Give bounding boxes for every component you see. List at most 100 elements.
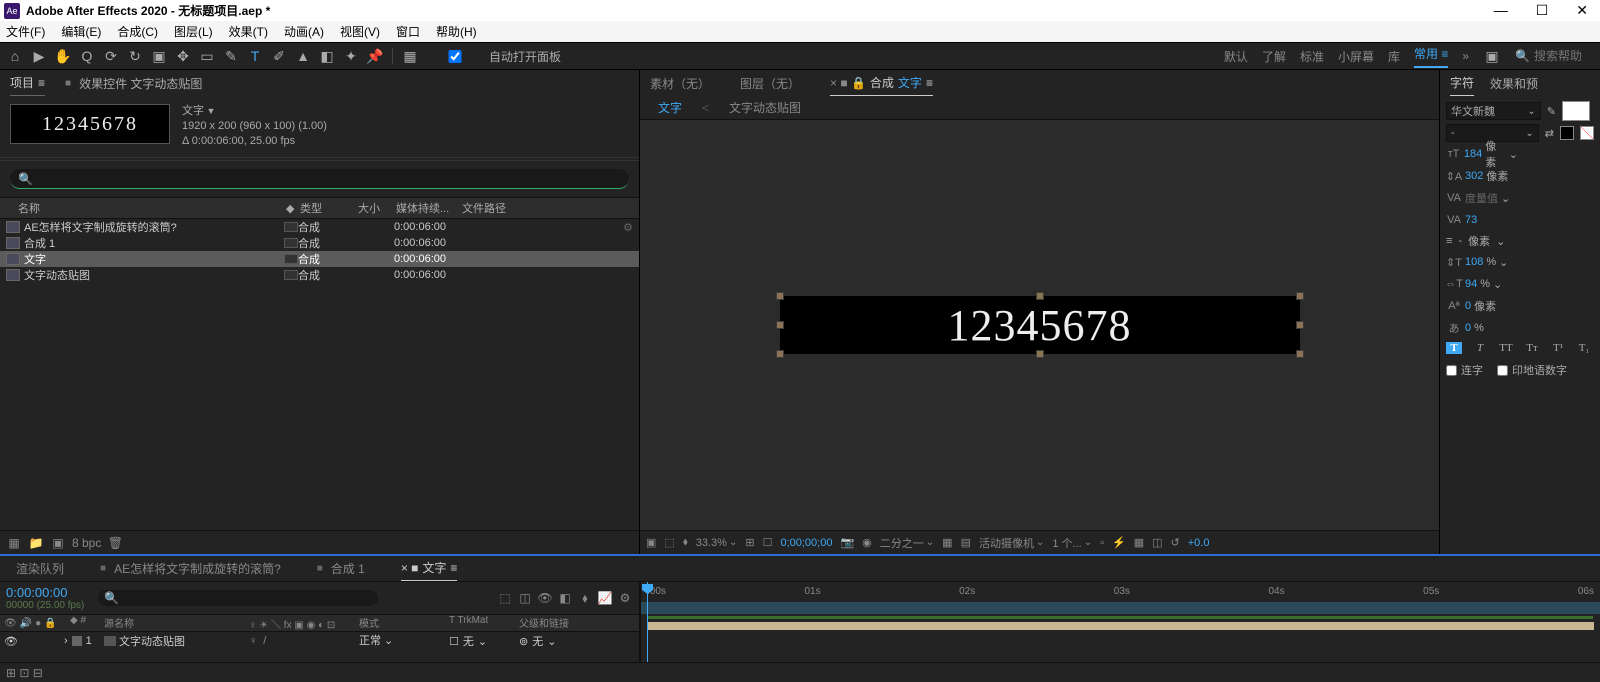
exposure-value[interactable]: +0.0 <box>1188 537 1210 549</box>
tsume-value[interactable]: 0 <box>1465 322 1471 334</box>
col-type[interactable]: 类型 <box>300 200 358 216</box>
tab-comp-3[interactable]: × ■ 文字 ≡ <box>401 559 458 581</box>
views-dropdown[interactable]: 1 个... <box>1052 535 1092 551</box>
font-family-dropdown[interactable]: 华文新魏 <box>1446 102 1541 120</box>
faux-bold-button[interactable]: T <box>1446 342 1462 354</box>
tab-character[interactable]: 字符 <box>1450 74 1474 96</box>
snapshot-icon[interactable]: 📷 <box>840 536 854 549</box>
hand-tool-icon[interactable]: ✋ <box>54 47 72 65</box>
menu-composition[interactable]: 合成(C) <box>117 23 158 40</box>
camera-dropdown[interactable]: 活动摄像机 <box>979 535 1044 551</box>
mask-icon[interactable]: ⬧ <box>683 536 688 549</box>
flowchart-icon[interactable]: ◫ <box>1152 536 1162 549</box>
guides-icon[interactable]: ▤ <box>961 536 971 549</box>
frame-blend-icon[interactable]: ◧ <box>557 590 573 606</box>
playhead-line[interactable] <box>647 614 648 662</box>
channel-icon[interactable]: ◉ <box>862 536 872 549</box>
project-row[interactable]: 文字合成0:00:06:00 <box>0 251 639 267</box>
close-button[interactable]: ✕ <box>1576 2 1588 19</box>
stroke-color-swatch[interactable] <box>1560 126 1574 140</box>
label-color[interactable] <box>72 636 82 646</box>
col-trkmat[interactable]: T TrkMat <box>449 615 519 631</box>
hindi-checkbox[interactable]: 印地语数字 <box>1497 362 1567 378</box>
current-timecode[interactable]: 0:00:00:00 <box>6 585 84 600</box>
bpc-button[interactable]: 8 bpc <box>72 536 101 550</box>
eyedropper-icon[interactable]: ✎ <box>1547 105 1556 118</box>
tab-footage[interactable]: 素材（无） <box>650 75 710 96</box>
tab-layer[interactable]: 图层（无） <box>740 75 800 96</box>
playhead[interactable] <box>647 582 648 614</box>
reset-exposure-icon[interactable]: ↺ <box>1171 536 1180 549</box>
no-stroke-icon[interactable] <box>1580 126 1594 140</box>
tab-effects-presets[interactable]: 效果和预 <box>1490 75 1538 96</box>
faux-italic-button[interactable]: T <box>1472 342 1488 354</box>
brush-tool-icon[interactable]: ✐ <box>270 47 288 65</box>
parent-dropdown[interactable]: 无 <box>532 633 543 649</box>
workspace-small[interactable]: 小屏幕 <box>1338 48 1374 65</box>
tab-comp-2[interactable]: 合成 1 <box>317 560 365 581</box>
workspace-libraries[interactable]: 库 <box>1388 48 1400 65</box>
home-icon[interactable]: ⌂ <box>6 47 24 65</box>
all-caps-button[interactable]: TT <box>1498 342 1514 354</box>
resize-handle[interactable] <box>1036 292 1044 300</box>
menu-animation[interactable]: 动画(A) <box>284 23 324 40</box>
motion-blur-icon[interactable]: ⬧ <box>577 590 593 606</box>
menu-layer[interactable]: 图层(L) <box>174 23 213 40</box>
comp-name[interactable]: 文字 <box>182 104 327 119</box>
workspace-default[interactable]: 默认 <box>1224 48 1248 65</box>
workspace-common[interactable]: 常用 ≡ <box>1414 45 1448 68</box>
video-toggle-icon[interactable]: 👁 <box>4 635 18 648</box>
resolution-dropdown[interactable]: 二分之一 <box>880 535 934 551</box>
layer-bar[interactable] <box>647 622 1594 630</box>
font-size-value[interactable]: 184 <box>1464 148 1482 160</box>
anchor-tool-icon[interactable]: ✥ <box>174 47 192 65</box>
col-size[interactable]: 大小 <box>358 200 396 216</box>
tab-render-queue[interactable]: 渲染队列 <box>16 560 64 581</box>
transparency-icon[interactable]: ⬚ <box>664 536 674 549</box>
resize-handle[interactable] <box>1296 292 1304 300</box>
kerning-value[interactable]: 度量值 <box>1465 190 1498 206</box>
timeline-layer-row[interactable]: 👁 ›1 文字动态贴图 ♀/ 正常 ⌄ ☐无 ⌄ ⊚无 ⌄ <box>0 632 639 650</box>
project-row[interactable]: AE怎样将文字制成旋转的滚筒?合成0:00:06:00⚙ <box>0 219 639 235</box>
grid-icon[interactable]: ▦ <box>401 47 419 65</box>
new-folder-icon[interactable]: 📁 <box>28 535 44 551</box>
time-ruler[interactable]: :00s 01s 02s 03s 04s 05s 06s <box>640 582 1600 614</box>
tab-comp-1[interactable]: AE怎样将文字制成旋转的滚筒? <box>100 560 281 581</box>
menu-window[interactable]: 窗口 <box>396 23 420 40</box>
always-preview-icon[interactable]: ▣ <box>646 536 656 549</box>
type-tool-icon[interactable]: T <box>246 47 264 65</box>
hscale-value[interactable]: 94 <box>1465 278 1477 290</box>
auto-open-panel-checkbox[interactable]: 自动打开面板 <box>425 48 561 65</box>
stroke-width-value[interactable]: - <box>1458 235 1462 247</box>
selection-tool-icon[interactable]: ▶ <box>30 47 48 65</box>
subscript-button[interactable]: T₁ <box>1576 342 1592 354</box>
zoom-tool-icon[interactable]: Q <box>78 47 96 65</box>
shy-icon[interactable]: 👁 <box>537 590 553 606</box>
col-name[interactable]: 名称 <box>18 200 286 216</box>
tab-effect-controls[interactable]: 效果控件 文字动态贴图 <box>65 75 202 96</box>
maximize-button[interactable]: ☐ <box>1536 2 1549 19</box>
menu-effect[interactable]: 效果(T) <box>229 23 268 40</box>
stamp-tool-icon[interactable]: ▲ <box>294 47 312 65</box>
flowchart-current[interactable]: 文字 <box>658 99 682 116</box>
col-label-icon[interactable]: ◆ <box>286 202 300 215</box>
workspace-standard[interactable]: 标准 <box>1300 48 1324 65</box>
fill-color-swatch[interactable] <box>1562 101 1590 121</box>
work-area[interactable] <box>641 602 1600 614</box>
puppet-tool-icon[interactable]: 📌 <box>366 47 384 65</box>
resize-handle[interactable] <box>776 350 784 358</box>
blend-mode-dropdown[interactable]: 正常 <box>359 635 381 647</box>
swap-color-icon[interactable]: ⇄ <box>1545 127 1554 140</box>
menu-view[interactable]: 视图(V) <box>340 23 380 40</box>
pickwhip-icon[interactable]: ⊚ <box>519 635 528 648</box>
eraser-tool-icon[interactable]: ◧ <box>318 47 336 65</box>
tab-project[interactable]: 项目 ≡ <box>10 74 45 96</box>
menu-file[interactable]: 文件(F) <box>6 23 45 40</box>
col-path[interactable]: 文件路径 <box>462 200 621 216</box>
edit-workspace-icon[interactable]: ▣ <box>1483 47 1501 65</box>
small-caps-button[interactable]: Tт <box>1524 342 1540 354</box>
grid-icon[interactable]: ▦ <box>942 536 952 549</box>
timeline-track-area[interactable] <box>640 614 1600 662</box>
minimize-button[interactable]: — <box>1494 2 1508 19</box>
draft3d-icon[interactable]: ◫ <box>517 590 533 606</box>
